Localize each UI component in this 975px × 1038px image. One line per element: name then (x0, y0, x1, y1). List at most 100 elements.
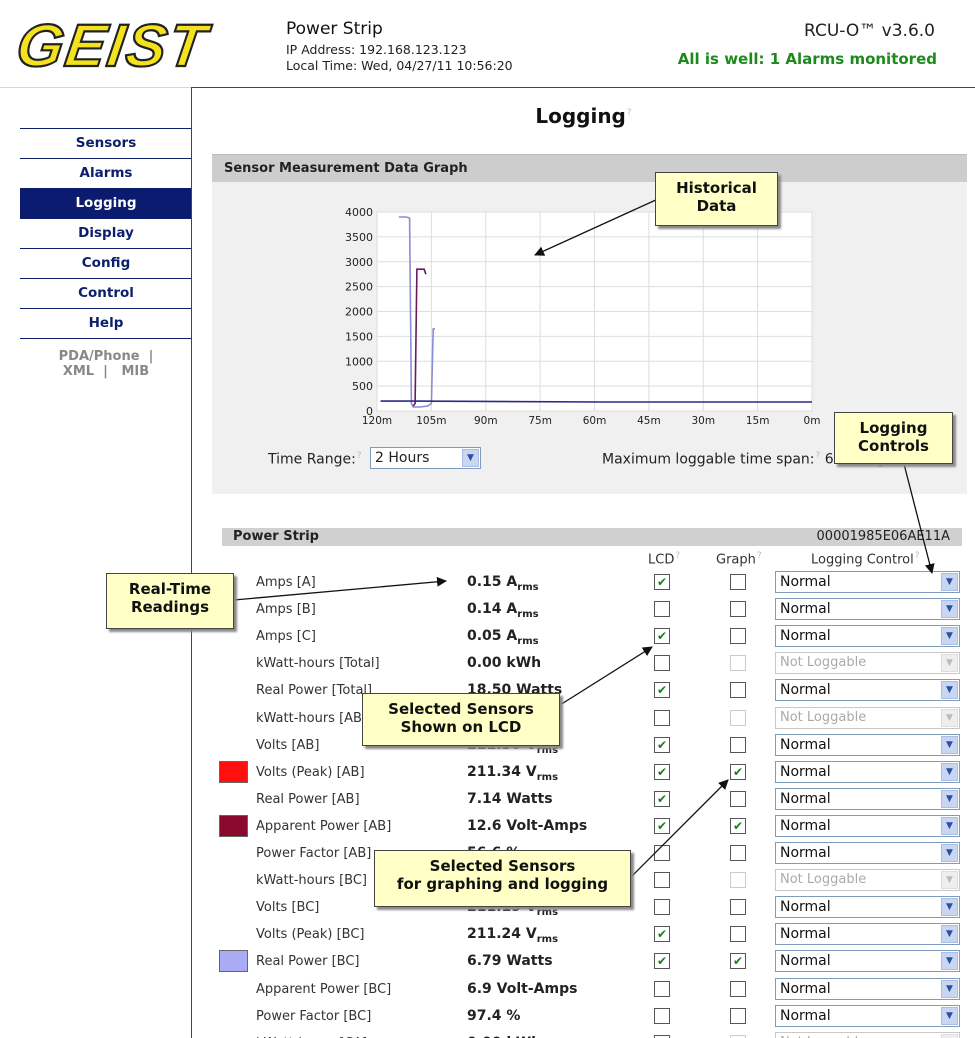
power-strip-title: Power Strip (233, 529, 319, 544)
nav-sensors[interactable]: Sensors (20, 128, 192, 158)
logging-control-select[interactable]: Normal ▼ (775, 598, 960, 620)
callout-text: Selected Sensors (388, 700, 534, 718)
sensor-name: Amps [C] (256, 629, 316, 644)
callout-historical-data: Historical Data (655, 172, 778, 226)
nav-display[interactable]: Display (20, 218, 192, 248)
sensor-row: Volts (Peak) [BC] 211.24 Vrms ✔ Normal ▼ (222, 923, 962, 950)
help-icon[interactable]: ? (816, 451, 821, 461)
checkbox-empty-icon[interactable] (654, 710, 670, 726)
checkbox-empty-icon[interactable] (730, 628, 746, 644)
dropdown-arrow-icon: ▼ (941, 627, 958, 645)
sensor-row: kWatt-hours [AB]0.00 kWhNot Loggable▼ (222, 707, 962, 734)
checkbox-empty-icon[interactable] (654, 601, 670, 617)
checkbox-empty-icon[interactable] (654, 655, 670, 671)
checkbox-checked-icon[interactable]: ✔ (654, 818, 670, 834)
checkbox-checked-icon[interactable]: ✔ (730, 953, 746, 969)
column-lcd-label: LCD (648, 552, 675, 568)
checkbox-checked-icon[interactable]: ✔ (654, 682, 670, 698)
nav-config[interactable]: Config (20, 248, 192, 278)
logging-control-select[interactable]: Normal ▼ (775, 1005, 960, 1027)
sensor-name: Real Power [BC] (256, 954, 360, 969)
reading-value: 0.05 A (467, 628, 518, 644)
logging-control-value: Normal (780, 601, 831, 617)
checkbox-checked-icon[interactable]: ✔ (654, 953, 670, 969)
logging-control-select[interactable]: Normal ▼ (775, 788, 960, 810)
nav-control[interactable]: Control (20, 278, 192, 308)
callout-text: Real-Time (128, 580, 212, 598)
checkbox-checked-icon[interactable]: ✔ (730, 764, 746, 780)
logging-control-select[interactable]: Normal ▼ (775, 896, 960, 918)
logging-control-value: Normal (780, 926, 831, 942)
checkbox-empty-icon[interactable] (730, 981, 746, 997)
help-icon[interactable]: ? (757, 551, 762, 561)
checkbox-empty-icon[interactable] (730, 574, 746, 590)
sensor-chart: 05001000150020002500300035004000120m 105m… (345, 206, 820, 427)
dropdown-arrow-icon: ▼ (941, 1007, 958, 1025)
x-tick-label: 45m (637, 415, 661, 427)
time-range-select[interactable]: 2 Hours ▼ (370, 447, 481, 469)
y-tick-label: 2500 (345, 281, 373, 294)
dropdown-arrow-icon: ▼ (941, 898, 958, 916)
logging-control-select[interactable]: Normal ▼ (775, 625, 960, 647)
help-icon[interactable]: ? (675, 551, 680, 561)
checkbox-checked-icon[interactable]: ✔ (654, 926, 670, 942)
nav-alarms[interactable]: Alarms (20, 158, 192, 188)
checkbox-checked-icon[interactable]: ✔ (654, 791, 670, 807)
nav-logging[interactable]: Logging (20, 188, 192, 218)
logging-control-select[interactable]: Normal ▼ (775, 761, 960, 783)
help-icon[interactable]: ? (915, 551, 920, 561)
checkbox-empty-icon[interactable] (730, 899, 746, 915)
logging-control-select[interactable]: Normal ▼ (775, 842, 960, 864)
time-range-label-text: Time Range: (268, 451, 356, 468)
dropdown-arrow-icon: ▼ (941, 817, 958, 835)
checkbox-empty-icon[interactable] (730, 682, 746, 698)
logging-control-select[interactable]: Normal ▼ (775, 923, 960, 945)
checkbox-checked-icon[interactable]: ✔ (654, 574, 670, 590)
dropdown-arrow-icon: ▼ (941, 763, 958, 781)
sensor-row: Amps [B] 0.14 Arms Normal ▼ (222, 598, 962, 625)
y-tick-label: 3000 (345, 256, 373, 269)
logging-control-select[interactable]: Normal ▼ (775, 815, 960, 837)
xml-link[interactable]: XML (63, 364, 94, 379)
checkbox-empty-icon[interactable] (730, 1008, 746, 1024)
checkbox-empty-icon[interactable] (730, 926, 746, 942)
firmware-version: RCU-O™ v3.6.0 (804, 21, 935, 41)
pda-phone-link[interactable]: PDA/Phone (59, 349, 140, 364)
checkbox-checked-icon[interactable]: ✔ (730, 818, 746, 834)
checkbox-empty-icon[interactable] (730, 601, 746, 617)
nav-help[interactable]: Help (20, 308, 192, 338)
logging-control-select[interactable]: Normal ▼ (775, 950, 960, 972)
sensor-row: Volts (Peak) [AB] 211.34 Vrms ✔ ✔ Normal ▼ (219, 761, 962, 788)
checkbox-empty-icon[interactable] (730, 737, 746, 753)
sensor-row: Apparent Power [AB] 12.6 Volt-Amps ✔ ✔ Norma… (219, 815, 962, 842)
checkbox-empty-icon[interactable] (730, 845, 746, 861)
link-separator: | (148, 349, 154, 364)
sensor-name: Real Power [Total] (256, 683, 373, 698)
logging-control-select[interactable]: Normal ▼ (775, 978, 960, 1000)
logging-control-select[interactable]: Normal ▼ (775, 679, 960, 701)
checkbox-empty-icon[interactable] (730, 791, 746, 807)
checkbox-empty-icon[interactable] (654, 872, 670, 888)
sensor-name: Amps [A] (256, 575, 316, 590)
checkbox-empty-icon[interactable] (654, 1008, 670, 1024)
dropdown-arrow-icon[interactable]: ▼ (462, 449, 479, 467)
time-range-value: 2 Hours (375, 450, 430, 466)
checkbox-empty-icon[interactable] (654, 845, 670, 861)
sensor-name: Volts [BC] (256, 900, 320, 915)
checkbox-checked-icon[interactable]: ✔ (654, 628, 670, 644)
sensor-name: Volts (Peak) [BC] (256, 927, 365, 942)
logo-text: GEIST (18, 12, 215, 74)
checkbox-empty-icon[interactable] (654, 981, 670, 997)
logging-control-select[interactable]: Normal ▼ (775, 734, 960, 756)
sensor-name: Volts [AB] (256, 738, 320, 753)
ip-address: IP Address: 192.168.123.123 (286, 42, 467, 57)
reading-value: 7.14 Watts (467, 791, 553, 807)
dropdown-arrow-icon: ▼ (941, 681, 958, 699)
help-icon[interactable]: ? (627, 108, 632, 118)
help-icon[interactable]: ? (357, 451, 362, 461)
logging-control-select[interactable]: Normal ▼ (775, 571, 960, 593)
mib-link[interactable]: MIB (121, 364, 149, 379)
checkbox-empty-icon[interactable] (654, 899, 670, 915)
checkbox-checked-icon[interactable]: ✔ (654, 764, 670, 780)
checkbox-checked-icon[interactable]: ✔ (654, 737, 670, 753)
